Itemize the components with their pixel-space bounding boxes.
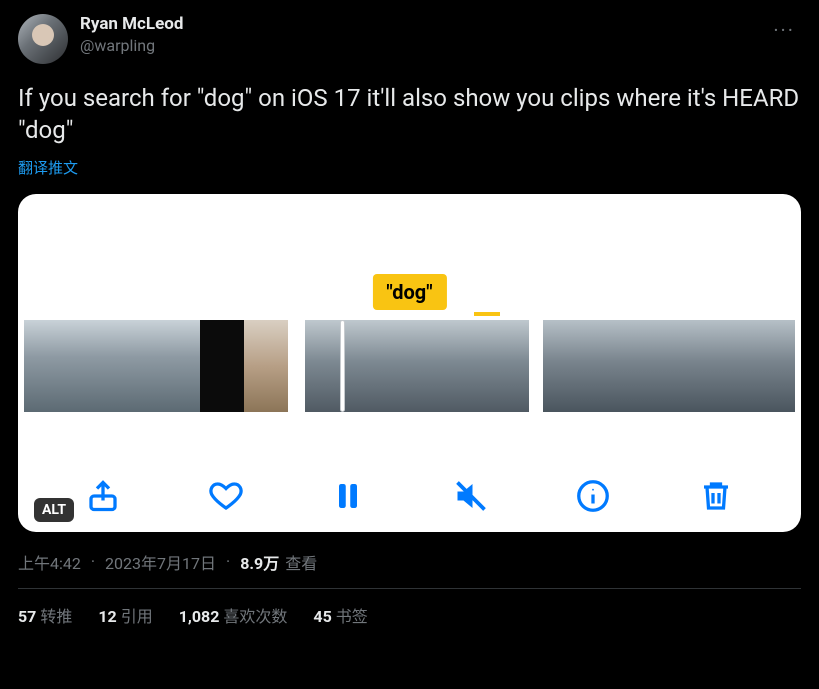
- tweet-date[interactable]: 2023年7月17日: [105, 550, 216, 574]
- quotes-count: 12: [98, 607, 116, 626]
- translate-link[interactable]: 翻译推文: [18, 157, 78, 178]
- playhead[interactable]: [340, 320, 345, 412]
- tweet-text: If you search for "dog" on iOS 17 it'll …: [18, 82, 801, 147]
- playhead-marker: [474, 312, 500, 316]
- search-term-badge: "dog": [372, 274, 446, 310]
- share-icon[interactable]: [85, 478, 121, 514]
- timeline-thumbnails[interactable]: [18, 320, 801, 412]
- alt-badge[interactable]: ALT: [34, 498, 74, 522]
- info-icon[interactable]: [575, 478, 611, 514]
- likes-label: 喜欢次数: [223, 607, 287, 626]
- clip-group-1[interactable]: [24, 320, 291, 412]
- views-label: 查看: [285, 550, 317, 574]
- likes-stat[interactable]: 1,082喜欢次数: [179, 603, 288, 627]
- retweets-count: 57: [18, 607, 36, 626]
- likes-count: 1,082: [179, 607, 220, 626]
- display-name: Ryan McLeod: [80, 14, 767, 34]
- divider: [18, 588, 801, 589]
- views-count[interactable]: 8.9万: [240, 550, 279, 574]
- tweet-stats: 57转推 12 引用 1,082喜欢次数 45 书签: [18, 603, 801, 627]
- retweets-stat[interactable]: 57转推: [18, 603, 72, 627]
- handle: @warpling: [80, 36, 767, 55]
- avatar[interactable]: [18, 14, 68, 64]
- retweets-label: 转推: [40, 607, 72, 626]
- clip-group-3[interactable]: [543, 320, 795, 412]
- more-button[interactable]: ···: [767, 14, 801, 46]
- pause-icon[interactable]: [330, 478, 366, 514]
- meta-separator: [87, 552, 99, 571]
- bookmarks-label: 书签: [336, 607, 368, 626]
- trash-icon[interactable]: [698, 478, 734, 514]
- bookmarks-count: 45: [313, 607, 331, 626]
- tweet-time[interactable]: 上午4:42: [18, 550, 81, 574]
- meta-separator: [222, 552, 234, 571]
- tweet: Ryan McLeod @warpling ··· If you search …: [18, 14, 801, 627]
- media-toolbar: [18, 478, 801, 514]
- tweet-header: Ryan McLeod @warpling ···: [18, 14, 801, 64]
- author-names[interactable]: Ryan McLeod @warpling: [80, 14, 767, 55]
- heart-icon[interactable]: [208, 478, 244, 514]
- clip-group-2[interactable]: [305, 320, 529, 412]
- media-card[interactable]: "dog": [18, 194, 801, 532]
- quotes-label: 引用: [121, 607, 153, 626]
- mute-icon[interactable]: [453, 478, 489, 514]
- quotes-stat[interactable]: 12 引用: [98, 603, 152, 627]
- tweet-meta: 上午4:42 2023年7月17日 8.9万 查看: [18, 550, 801, 574]
- bookmarks-stat[interactable]: 45 书签: [313, 603, 367, 627]
